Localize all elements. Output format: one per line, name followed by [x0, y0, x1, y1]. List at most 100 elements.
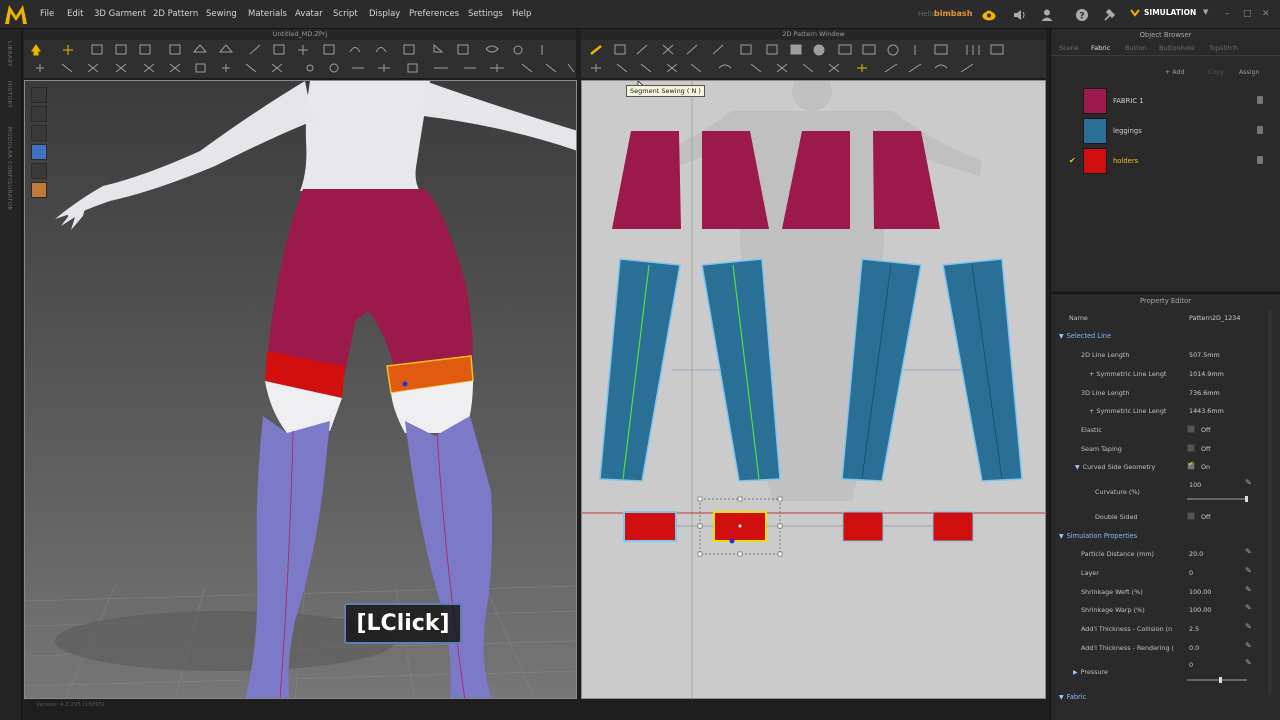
shirt-icon[interactable]: [31, 87, 47, 103]
curvature-value[interactable]: 100: [1189, 481, 1201, 489]
double-sided-label: Double Sided: [1095, 513, 1138, 521]
pressure-slider[interactable]: [1187, 677, 1247, 683]
object-browser-title: Object Browser: [1139, 31, 1192, 39]
edit-pen-icon[interactable]: ✎: [1245, 641, 1252, 650]
fabric-swatch: [1083, 88, 1107, 114]
username-label[interactable]: bimbash: [934, 9, 972, 18]
lock-icon[interactable]: [1257, 96, 1263, 104]
slider-knob[interactable]: [1219, 677, 1222, 683]
edit-pen-icon[interactable]: ✎: [1245, 603, 1252, 612]
menu-3d-garment[interactable]: 3D Garment: [94, 9, 146, 19]
copy-fabric-button[interactable]: Copy: [1208, 69, 1224, 76]
fabric-list-item[interactable]: leggings: [1061, 118, 1271, 144]
menu-help[interactable]: Help: [512, 9, 531, 19]
3d-viewport[interactable]: [24, 80, 577, 699]
expand-arrow-icon: ▼: [1059, 533, 1064, 540]
history-tab[interactable]: HISTORY: [6, 81, 12, 108]
tools-icon[interactable]: [1102, 8, 1116, 22]
layer-label: Layer: [1081, 569, 1099, 577]
avatar-display-icon[interactable]: [31, 125, 47, 141]
2d-pattern-viewport[interactable]: [581, 80, 1046, 699]
simulation-mode-dropdown[interactable]: SIMULATION ▼: [1130, 7, 1214, 23]
minimize-button[interactable]: –: [1225, 9, 1230, 19]
curved-side-geometry-checkbox[interactable]: [1187, 460, 1195, 470]
edit-pen-icon[interactable]: ✎: [1245, 658, 1252, 667]
fabric-name: FABRIC 1: [1113, 97, 1144, 105]
2d-window-title: 2D Pattern Window: [782, 30, 845, 38]
property-editor-scrollbar[interactable]: [1268, 310, 1272, 695]
curvature-label: Curvature (%): [1095, 488, 1140, 496]
avatar-skin-icon[interactable]: [31, 182, 47, 198]
particle-distance-value[interactable]: 20.0: [1189, 550, 1203, 558]
fabric-list-item[interactable]: FABRIC 1: [1061, 88, 1271, 114]
tab-button[interactable]: Button: [1125, 44, 1147, 52]
object-browser-panel: Object Browser Scene Fabric Button Butto…: [1050, 29, 1280, 291]
thickness-rendering-value[interactable]: 0.0: [1189, 644, 1199, 652]
menu-file[interactable]: File: [40, 9, 54, 19]
tab-scene[interactable]: Scene: [1059, 44, 1079, 52]
texture-display-icon[interactable]: [31, 144, 47, 160]
menu-display[interactable]: Display: [369, 9, 400, 19]
assign-fabric-button[interactable]: Assign: [1239, 69, 1260, 76]
help-icon[interactable]: ?: [1075, 8, 1089, 22]
modular-configurator-tab[interactable]: MODULAR CONFIGURATOR: [6, 127, 12, 211]
tab-topstitch[interactable]: Topstitch: [1209, 44, 1238, 52]
lock-icon[interactable]: [1257, 126, 1263, 134]
menu-materials[interactable]: Materials: [248, 9, 287, 19]
name-value[interactable]: Pattern2D_1234: [1189, 314, 1240, 322]
garment-display-icon[interactable]: [31, 106, 47, 122]
3d-toolbar-icons[interactable]: [24, 40, 576, 79]
seam-taping-checkbox[interactable]: [1187, 444, 1195, 452]
edit-pen-icon[interactable]: ✎: [1245, 547, 1252, 556]
fabric-list-item-selected[interactable]: ✔ holders: [1061, 148, 1271, 174]
selected-line-section[interactable]: ▼ Selected Line: [1059, 332, 1111, 340]
thickness-collision-value[interactable]: 2.5: [1189, 625, 1199, 633]
2d-toolbar-icons[interactable]: [581, 40, 1046, 79]
elastic-checkbox[interactable]: [1187, 425, 1195, 433]
simulation-properties-section[interactable]: ▼ Simulation Properties: [1059, 532, 1137, 540]
menu-settings[interactable]: Settings: [468, 9, 503, 19]
tab-fabric[interactable]: Fabric: [1091, 44, 1110, 52]
menu-script[interactable]: Script: [333, 9, 358, 19]
maximize-button[interactable]: □: [1243, 9, 1252, 19]
close-button[interactable]: ✕: [1262, 9, 1270, 19]
tab-divider: [1051, 55, 1280, 56]
curved-side-geometry-label[interactable]: ▼ Curved Side Geometry: [1075, 463, 1155, 471]
3d-toolbar: [24, 40, 576, 79]
double-sided-checkbox[interactable]: [1187, 512, 1195, 520]
edit-pen-icon[interactable]: ✎: [1245, 585, 1252, 594]
app-logo[interactable]: [3, 2, 29, 26]
fabric-section[interactable]: ▼ Fabric: [1059, 693, 1086, 701]
menu-2d-pattern[interactable]: 2D Pattern: [153, 9, 198, 19]
edit-pen-icon[interactable]: ✎: [1245, 478, 1252, 487]
add-fabric-button[interactable]: + Add: [1165, 69, 1184, 76]
double-sided-value: Off: [1201, 513, 1211, 521]
particle-distance-label: Particle Distance (mm): [1081, 550, 1155, 558]
pin-display-icon[interactable]: [31, 163, 47, 179]
slider-knob[interactable]: [1245, 496, 1248, 502]
seam-taping-value: Off: [1201, 445, 1211, 453]
property-editor-title: Property Editor: [1139, 297, 1192, 305]
speaker-icon[interactable]: [1012, 8, 1026, 22]
user-icon[interactable]: [1040, 8, 1054, 22]
menu-bar: File Edit 3D Garment 2D Pattern Sewing M…: [0, 0, 1280, 29]
menu-preferences[interactable]: Preferences: [409, 9, 459, 19]
menu-sewing[interactable]: Sewing: [206, 9, 237, 19]
pressure-value[interactable]: 0: [1189, 661, 1193, 669]
shrinkage-weft-value[interactable]: 100.00: [1189, 588, 1211, 596]
layer-value[interactable]: 0: [1189, 569, 1193, 577]
thickness-rendering-label: Add'l Thickness - Rendering (: [1081, 644, 1175, 652]
pressure-label[interactable]: ▶ Pressure: [1073, 668, 1108, 676]
cloud-icon[interactable]: [982, 8, 996, 22]
edit-pen-icon[interactable]: ✎: [1245, 622, 1252, 631]
tab-buttonhole[interactable]: Buttonhole: [1159, 44, 1195, 52]
edit-pen-icon[interactable]: ✎: [1245, 566, 1252, 575]
curvature-slider[interactable]: [1187, 496, 1248, 502]
menu-avatar[interactable]: Avatar: [295, 9, 323, 19]
lock-icon[interactable]: [1257, 156, 1263, 164]
menu-edit[interactable]: Edit: [67, 9, 83, 19]
library-tab[interactable]: LIBRARY: [6, 41, 12, 67]
pattern-shorts-1: [612, 131, 681, 229]
shrinkage-warp-label: Shrinkage Warp (%): [1081, 606, 1145, 614]
shrinkage-warp-value[interactable]: 100.00: [1189, 606, 1211, 614]
